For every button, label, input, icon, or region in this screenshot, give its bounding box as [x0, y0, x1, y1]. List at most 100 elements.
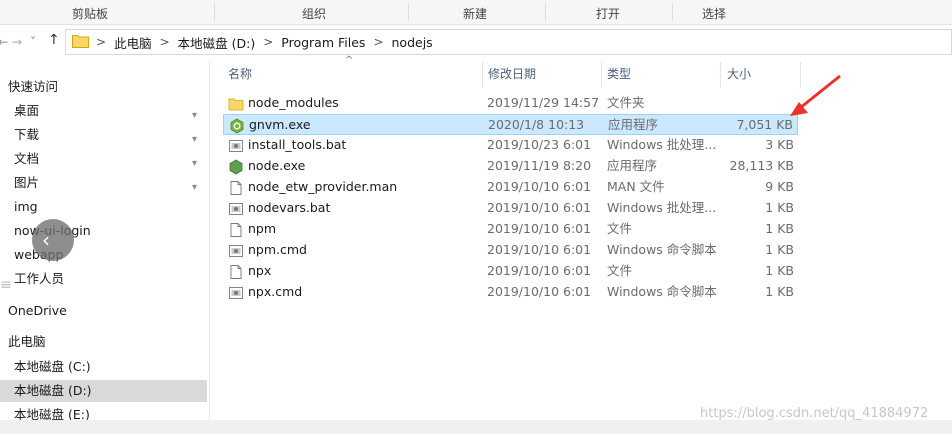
- ribbon-group-open: 打开: [596, 7, 621, 21]
- ribbon-separator: [214, 3, 215, 21]
- sidebar-item-onedrive[interactable]: OneDrive: [0, 300, 207, 322]
- file-date: 2019/10/23 6:01: [487, 137, 592, 152]
- pane-divider[interactable]: [209, 60, 210, 434]
- sidebar-item-label: 本地磁盘 (C:): [14, 359, 91, 374]
- file-size: 1 KB: [765, 284, 794, 299]
- file-type: 文件夹: [607, 95, 645, 110]
- file-type: 文件: [607, 221, 633, 236]
- batch-file-icon: [229, 287, 243, 299]
- file-row-npm-cmd[interactable]: npm.cmd 2019/10/10 6:01 Windows 命令脚本 1 K…: [223, 240, 798, 261]
- column-header-label: 大小: [727, 67, 752, 81]
- breadcrumb: > 此电脑 > 本地磁盘 (D:) > Program Files > node…: [94, 30, 433, 54]
- recent-locations-chevron-icon[interactable]: ˅: [30, 35, 36, 49]
- file-size: 1 KB: [765, 242, 794, 257]
- file-icon: [230, 265, 242, 279]
- file-size: 1 KB: [765, 200, 794, 215]
- breadcrumb-chevron-icon[interactable]: >: [160, 35, 170, 49]
- file-date: 2019/10/10 6:01: [487, 179, 592, 194]
- ribbon-group-labels: 剪贴板 组织 新建 打开 选择: [0, 0, 952, 25]
- file-row-nodevars-bat[interactable]: nodevars.bat 2019/10/10 6:01 Windows 批处理…: [223, 198, 798, 219]
- breadcrumb-chevron-icon[interactable]: >: [263, 35, 273, 49]
- column-header-type[interactable]: 类型: [602, 62, 721, 88]
- sidebar-item-label: 下载: [14, 127, 40, 142]
- file-row-npx[interactable]: npx 2019/10/10 6:01 文件 1 KB: [223, 261, 798, 282]
- ribbon-group-new: 新建: [463, 7, 488, 21]
- sidebar-item-img[interactable]: img: [0, 196, 207, 218]
- file-name: install_tools.bat: [248, 137, 347, 152]
- sidebar-item-webapp[interactable]: webapp: [0, 244, 207, 266]
- file-name: npx: [248, 263, 272, 278]
- sidebar-item-label: 工作人员: [14, 271, 65, 286]
- ribbon-separator: [408, 3, 409, 21]
- folder-icon: [72, 35, 89, 48]
- chevron-left-icon: ‹: [42, 228, 50, 252]
- file-size: 28,113 KB: [729, 158, 794, 173]
- column-header-name[interactable]: 名称: [223, 62, 483, 88]
- breadcrumb-chevron-icon[interactable]: >: [96, 35, 106, 49]
- address-bar-row: ← → ˅ ↑ > 此电脑 > 本地磁盘 (D:) > Program File…: [0, 26, 952, 58]
- breadcrumb-drive-d[interactable]: 本地磁盘 (D:): [178, 33, 256, 52]
- file-name: node.exe: [248, 158, 306, 173]
- file-date: 2019/10/10 6:01: [487, 242, 592, 257]
- sidebar-item-staff[interactable]: 工作人员: [0, 268, 207, 290]
- sidebar-item-label: 桌面: [14, 103, 40, 118]
- file-icon: [230, 223, 242, 237]
- file-date: 2019/11/19 8:20: [487, 158, 592, 173]
- column-header-date[interactable]: 修改日期: [483, 62, 602, 88]
- breadcrumb-chevron-icon[interactable]: >: [373, 35, 383, 49]
- status-bar: [0, 420, 952, 434]
- file-size: 1 KB: [765, 263, 794, 278]
- address-input[interactable]: > 此电脑 > 本地磁盘 (D:) > Program Files > node…: [65, 29, 952, 55]
- file-row-npx-cmd[interactable]: npx.cmd 2019/10/10 6:01 Windows 命令脚本 1 K…: [223, 282, 798, 303]
- file-row-node-etw-provider-man[interactable]: node_etw_provider.man 2019/10/10 6:01 MA…: [223, 177, 798, 198]
- file-type: Windows 批处理...: [607, 137, 717, 152]
- sidebar-item-downloads[interactable]: 下载 ▾: [0, 124, 207, 146]
- breadcrumb-program-files[interactable]: Program Files: [281, 35, 365, 50]
- batch-file-icon: [229, 140, 243, 152]
- file-date: 2019/10/10 6:01: [487, 200, 592, 215]
- file-type: 应用程序: [607, 158, 658, 173]
- sidebar-item-label: 此电脑: [8, 334, 46, 349]
- sidebar-item-drive-c[interactable]: 本地磁盘 (C:): [0, 356, 207, 378]
- column-header-label: 修改日期: [488, 67, 537, 81]
- column-header-label: 类型: [607, 67, 632, 81]
- file-size: 3 KB: [765, 137, 794, 152]
- file-row-npm[interactable]: npm 2019/10/10 6:01 文件 1 KB: [223, 219, 798, 240]
- sidebar-item-quick-access[interactable]: 快速访问: [0, 76, 207, 98]
- file-type: Windows 批处理...: [607, 200, 717, 215]
- up-arrow-icon[interactable]: ↑: [48, 33, 60, 47]
- breadcrumb-this-pc[interactable]: 此电脑: [114, 33, 152, 52]
- file-row-node-exe[interactable]: node.exe 2019/11/19 8:20 应用程序 28,113 KB: [223, 156, 798, 177]
- ribbon-group-select: 选择: [702, 7, 727, 21]
- file-row-gnvm-exe[interactable]: gnvm.exe 2020/1/8 10:13 应用程序 7,051 KB: [223, 114, 798, 135]
- file-date: 2020/1/8 10:13: [488, 117, 585, 132]
- sidebar-item-this-pc[interactable]: 此电脑: [0, 331, 207, 353]
- file-date: 2019/10/10 6:01: [487, 221, 592, 236]
- file-type: Windows 命令脚本: [607, 284, 717, 299]
- file-row-install-tools-bat[interactable]: install_tools.bat 2019/10/23 6:01 Window…: [223, 135, 798, 156]
- file-date: 2019/11/29 14:57: [487, 95, 600, 110]
- file-name: nodevars.bat: [248, 200, 331, 215]
- file-row-node-modules[interactable]: node_modules 2019/11/29 14:57 文件夹: [223, 93, 798, 114]
- sidebar-item-label: OneDrive: [8, 303, 67, 318]
- ribbon-separator: [545, 3, 546, 21]
- ribbon-group-clipboard: 剪贴板: [72, 7, 109, 21]
- batch-file-icon: [229, 245, 243, 257]
- file-type: MAN 文件: [607, 179, 665, 194]
- back-arrow-icon[interactable]: ←: [0, 35, 8, 49]
- file-name: npm.cmd: [248, 242, 307, 257]
- sidebar-item-drive-d[interactable]: 本地磁盘 (D:): [0, 380, 207, 402]
- sidebar-item-label: 图片: [14, 175, 40, 190]
- gnvm-exe-icon: [230, 118, 244, 134]
- sidebar-item-documents[interactable]: 文档 ▾: [0, 148, 207, 170]
- breadcrumb-nodejs[interactable]: nodejs: [392, 35, 433, 50]
- file-date: 2019/10/10 6:01: [487, 284, 592, 299]
- sidebar-item-desktop[interactable]: 桌面 ▾: [0, 100, 207, 122]
- forward-arrow-icon[interactable]: →: [12, 35, 22, 49]
- sidebar-item-pictures[interactable]: 图片 ▾: [0, 172, 207, 194]
- file-icon: [230, 181, 242, 195]
- overlay-back-button[interactable]: ‹: [32, 219, 74, 261]
- file-name: npx.cmd: [248, 284, 303, 299]
- file-name: gnvm.exe: [249, 117, 311, 132]
- file-date: 2019/10/10 6:01: [487, 263, 592, 278]
